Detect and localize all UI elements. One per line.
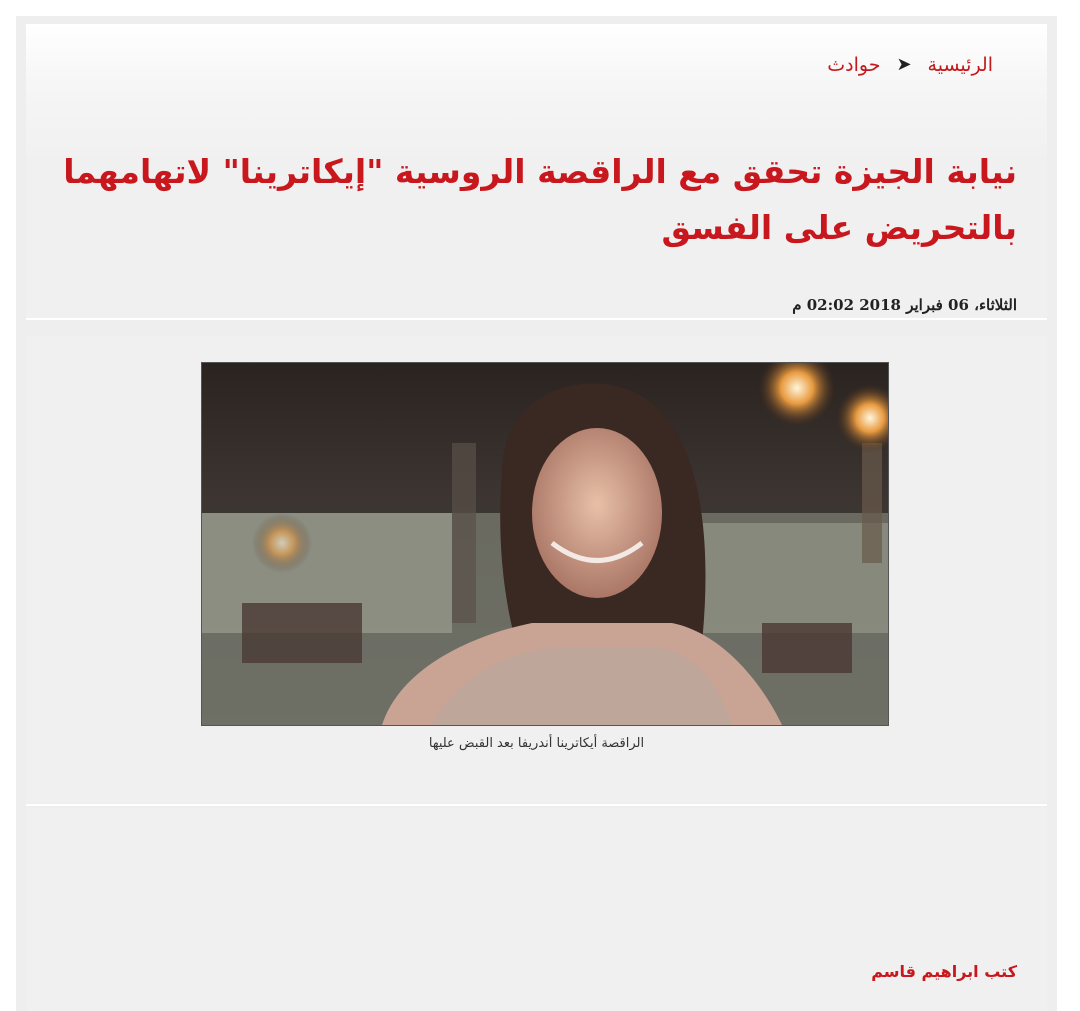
photo-image — [202, 363, 888, 725]
article-container: الرئيسية ➤ حوادث نيابة الجيزة تحقق مع ال… — [16, 16, 1057, 1011]
author-byline: كتب ابراهيم قاسم — [871, 962, 1017, 981]
section-divider — [26, 318, 1047, 320]
article-media: الراقصة أيكاترينا أندريفا بعد القبض عليه… — [26, 336, 1047, 802]
image-caption: الراقصة أيكاترينا أندريفا بعد القبض عليه… — [428, 736, 645, 751]
article-photo[interactable] — [201, 362, 889, 726]
section-divider — [26, 804, 1047, 806]
breadcrumb-section-link[interactable]: حوادث — [827, 54, 880, 76]
chevron-left-icon: ➤ — [896, 54, 912, 75]
breadcrumb: الرئيسية ➤ حوادث — [827, 54, 993, 76]
article-dateline: الثلاثاء، 06 فبراير 2018 02:02 م — [792, 296, 1017, 314]
breadcrumb-home-link[interactable]: الرئيسية — [928, 54, 993, 76]
article-header: الرئيسية ➤ حوادث نيابة الجيزة تحقق مع ال… — [26, 24, 1047, 318]
article-body: كتب ابراهيم قاسم — [26, 808, 1047, 1011]
article-headline: نيابة الجيزة تحقق مع الراقصة الروسية "إي… — [63, 152, 1017, 247]
